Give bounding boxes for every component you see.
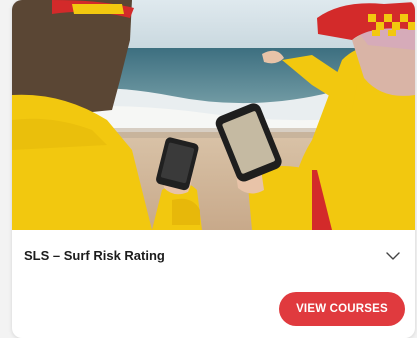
course-card: SLS – Surf Risk Rating VIEW COURSES <box>12 0 415 338</box>
course-title: SLS – Surf Risk Rating <box>24 248 165 263</box>
view-courses-button[interactable]: VIEW COURSES <box>279 292 405 326</box>
chevron-down-icon[interactable] <box>383 246 403 266</box>
lifeguards-photo <box>12 0 415 230</box>
